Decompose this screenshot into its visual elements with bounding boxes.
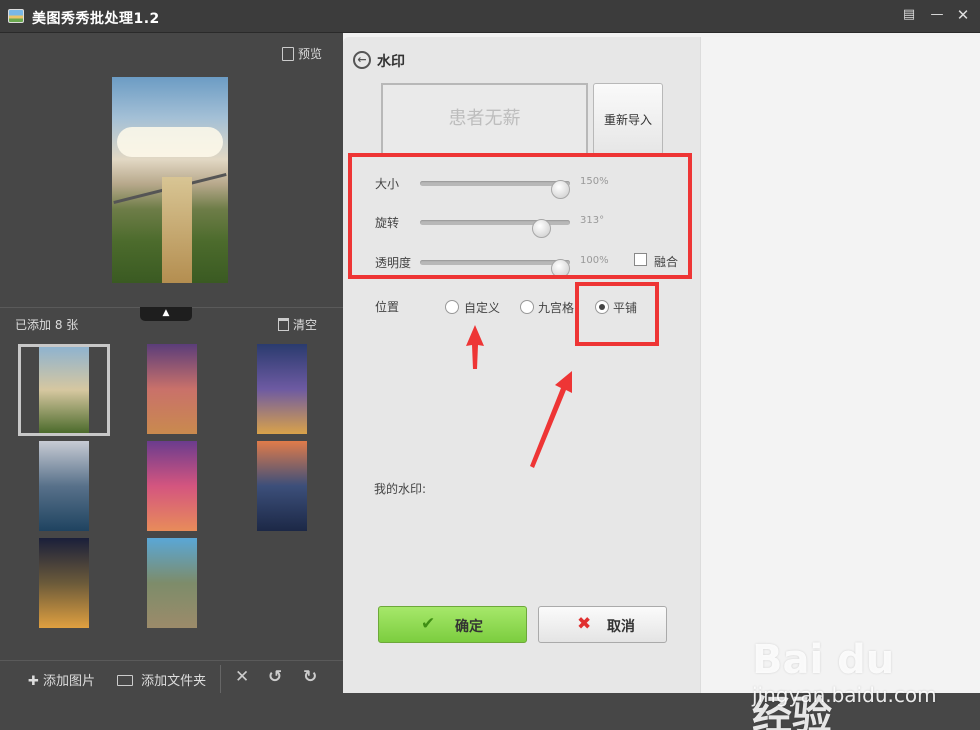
baidu-url: jingyan.baidu.com	[752, 683, 937, 707]
rotate-right-icon[interactable]: ↻	[303, 667, 317, 687]
app-icon	[8, 9, 24, 23]
radio-grid-label[interactable]: 九宫格	[538, 299, 574, 316]
position-label: 位置	[375, 300, 400, 314]
radio-grid[interactable]	[520, 300, 534, 314]
clear-label: 清空	[293, 318, 318, 332]
radio-custom[interactable]	[445, 300, 459, 314]
added-count-label: 已添加 8 张	[15, 318, 79, 332]
thumbnail-image	[39, 538, 89, 628]
thumbnail-tower-night-traffic[interactable]	[18, 538, 110, 630]
thumbnail-hillside-town[interactable]	[126, 538, 218, 630]
thumbnail-image	[39, 347, 89, 433]
highlight-box-tile	[575, 282, 659, 346]
image-list-panel: 预览 ▲ 已添加 8 张 清空 ✚ 添加图片 添加文件夹 ✕ ↺ ↻	[0, 33, 343, 730]
radio-custom-label[interactable]: 自定义	[464, 299, 500, 316]
window-title: 美图秀秀批处理1.2	[32, 11, 160, 27]
preview-image	[112, 77, 228, 283]
thumbnail-sphinx[interactable]	[126, 344, 218, 436]
thumbnail-image	[257, 441, 307, 531]
panel-title: 水印	[377, 54, 405, 70]
add-image-button[interactable]: ✚ 添加图片	[28, 670, 95, 689]
preview-icon	[282, 47, 294, 61]
thumbnail-city-night-skyline[interactable]	[236, 344, 328, 436]
confirm-button[interactable]: ✔ 确定	[378, 606, 527, 643]
watermark-settings-panel: ← 水印 患者无薪 重新导入 大小 150% 旋转 313° 透明度 100% …	[343, 37, 700, 693]
cancel-button[interactable]: ✖ 取消	[538, 606, 667, 643]
thumbnail-image	[147, 538, 197, 628]
thumbnail-bridge-balloons[interactable]	[18, 344, 110, 436]
add-folder-label: 添加文件夹	[141, 674, 207, 689]
rotate-left-icon[interactable]: ↺	[268, 667, 282, 687]
trash-icon	[278, 318, 289, 331]
add-folder-button[interactable]: 添加文件夹	[117, 670, 206, 689]
confirm-label: 确定	[455, 619, 483, 635]
thumbnail-image	[147, 344, 197, 434]
thumbnail-image	[39, 441, 89, 531]
right-empty-panel	[700, 37, 980, 693]
cancel-x-icon: ✖	[577, 614, 592, 634]
feedback-icon[interactable]: ▤	[898, 5, 920, 25]
cancel-label: 取消	[607, 619, 635, 635]
collapse-preview-button[interactable]: ▲	[140, 307, 192, 321]
my-watermark-label: 我的水印:	[374, 482, 427, 496]
baidu-logo: Bai du 经验	[752, 625, 927, 730]
reimport-button[interactable]: 重新导入	[593, 83, 663, 155]
watermark-preview: 患者无薪	[381, 83, 588, 155]
thumbnail-skyscraper-sunset[interactable]	[236, 441, 328, 533]
back-icon[interactable]: ←	[353, 51, 371, 69]
preview-area: 预览	[0, 33, 343, 307]
preview-button[interactable]: 预览	[282, 45, 322, 62]
plus-icon: ✚	[28, 674, 39, 689]
bottom-toolbar: ✚ 添加图片 添加文件夹 ✕ ↺ ↻	[0, 660, 343, 730]
thumbnail-antelope-canyon[interactable]	[126, 441, 218, 533]
folder-icon	[117, 675, 133, 686]
toolbar-separator	[220, 665, 221, 693]
close-icon[interactable]: ✕	[952, 5, 974, 25]
clear-button[interactable]: 清空	[278, 316, 317, 333]
add-image-label: 添加图片	[43, 674, 96, 689]
preview-label: 预览	[298, 47, 323, 61]
minimize-icon[interactable]: —	[926, 5, 948, 25]
thumbnail-image	[257, 344, 307, 434]
title-bar: 美图秀秀批处理1.2 ▤ — ✕	[0, 0, 980, 33]
thumbnail-city-aerial[interactable]	[18, 441, 110, 533]
check-icon: ✔	[421, 614, 436, 634]
highlight-box-sliders	[348, 153, 692, 279]
delete-icon[interactable]: ✕	[235, 667, 249, 687]
thumbnail-image	[147, 441, 197, 531]
